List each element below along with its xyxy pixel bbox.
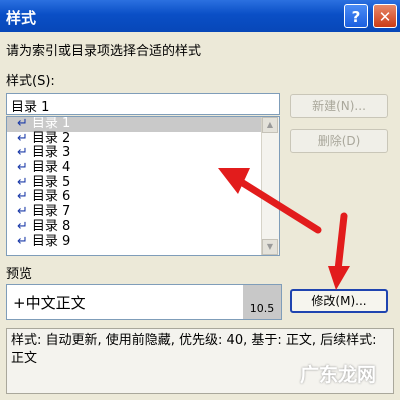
red-arrow-icon <box>328 212 350 290</box>
red-arrow-icon <box>218 168 322 234</box>
annotation-arrows <box>218 168 350 290</box>
